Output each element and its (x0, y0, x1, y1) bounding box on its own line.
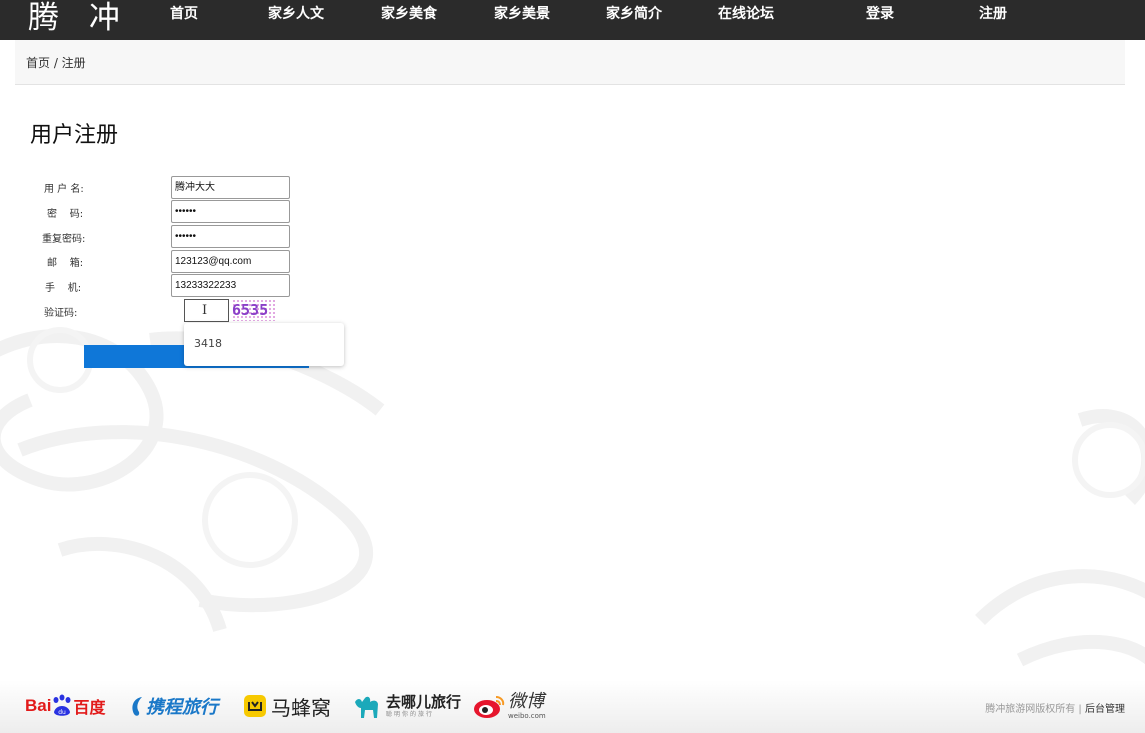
baidu-prefix: Bai (25, 696, 52, 715)
nav-home[interactable]: 首页 (170, 0, 198, 28)
password-input[interactable]: •••••• (171, 200, 290, 223)
ctrip-dolphin-icon (132, 697, 142, 716)
username-label: 用 户 名: (44, 184, 84, 195)
nav-register[interactable]: 注册 (979, 0, 1007, 28)
weibo-eye-icon (474, 696, 505, 718)
nav-culture[interactable]: 家乡人文 (268, 0, 324, 28)
ctrip-label: 携程旅行 (146, 697, 218, 718)
nav-forum[interactable]: 在线论坛 (718, 0, 774, 28)
phone-label: 手 机: (45, 283, 82, 294)
breadcrumb-bar: 首页 / 注册 (15, 40, 1125, 85)
qunar-tagline: 聪明你的旅行 (386, 711, 435, 718)
weibo-link[interactable]: 微博 weibo.com (472, 689, 546, 723)
admin-link[interactable]: 后台管理 (1085, 704, 1125, 715)
site-logo[interactable]: 腾 冲 (28, 0, 130, 38)
top-nav-bar: 腾 冲 首页 家乡人文 家乡美食 家乡美景 家乡简介 在线论坛 登录 注册 (0, 0, 1145, 40)
qunar-camel-icon (355, 696, 378, 718)
captcha-label: 验证码: (44, 308, 78, 319)
weibo-label: 微博 (508, 691, 544, 712)
baidu-paw-icon: du (53, 694, 71, 716)
footer: Bai du 百度 携程旅行 马蜂窝 去哪儿旅行 聪明你的旅行 微博 weibo… (0, 680, 1145, 733)
username-input[interactable]: 腾冲大大 (171, 176, 290, 199)
nav-scenery[interactable]: 家乡美景 (494, 0, 550, 28)
password-label: 密 码: (47, 209, 84, 220)
nav-food[interactable]: 家乡美食 (381, 0, 437, 28)
breadcrumb: 首页 / 注册 (26, 56, 86, 70)
qunar-link[interactable]: 去哪儿旅行 聪明你的旅行 (353, 689, 461, 723)
nav-intro[interactable]: 家乡简介 (606, 0, 662, 28)
phone-input[interactable]: 13233322233 (171, 274, 290, 297)
mafengwo-label: 马蜂窝 (271, 695, 331, 720)
autocomplete-dropdown: 3418 (184, 323, 344, 366)
confirm-password-label: 重复密码: (42, 234, 86, 245)
confirm-password-input[interactable]: •••••• (171, 225, 290, 248)
text-cursor-icon: I (202, 303, 208, 318)
qunar-label: 去哪儿旅行 (386, 693, 462, 711)
baidu-suffix: 百度 (73, 698, 106, 717)
page-title: 用户注册 (30, 123, 119, 148)
autocomplete-suggestion[interactable]: 3418 (194, 337, 222, 350)
ctrip-link[interactable]: 携程旅行 (128, 689, 218, 723)
copyright-label: 腾冲旅游网版权所有 | (985, 704, 1082, 715)
mafengwo-link[interactable]: 马蜂窝 (243, 689, 331, 723)
copyright-text: 腾冲旅游网版权所有 | 后台管理 (985, 700, 1125, 715)
svg-text:du: du (59, 709, 67, 716)
baidu-link[interactable]: Bai du 百度 (25, 689, 105, 723)
captcha-image[interactable]: 6535 (232, 299, 276, 321)
email-input[interactable]: 123123@qq.com (171, 250, 290, 273)
weibo-domain: weibo.com (508, 712, 546, 720)
mafengwo-logo-icon (244, 695, 266, 717)
nav-login[interactable]: 登录 (866, 0, 894, 28)
email-label: 邮 箱: (47, 258, 84, 269)
